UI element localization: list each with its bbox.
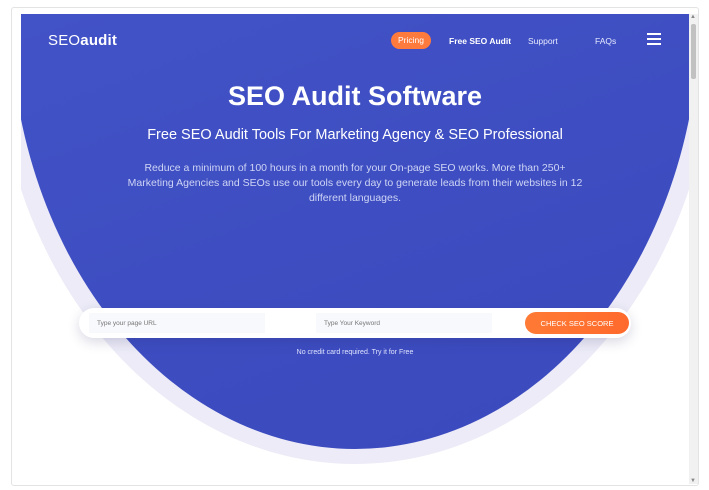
- page-viewport: SEOaudit Pricing Free SEO Audit Support …: [21, 14, 689, 484]
- hero-circle: [21, 14, 689, 449]
- check-seo-score-button[interactable]: CHECK SEO SCORE: [525, 312, 629, 334]
- page-subtitle: Free SEO Audit Tools For Marketing Agenc…: [147, 127, 563, 143]
- scroll-up-icon[interactable]: ▲: [690, 14, 696, 20]
- free-trial-note: No credit card required. Try it for Free: [296, 349, 414, 356]
- pricing-button[interactable]: Pricing: [391, 32, 431, 49]
- seo-check-form: CHECK SEO SCORE: [79, 308, 631, 338]
- nav-support[interactable]: Support: [528, 36, 558, 46]
- logo-suffix: audit: [80, 32, 118, 49]
- keyword-input[interactable]: [316, 313, 492, 333]
- nav-faqs[interactable]: FAQs: [595, 36, 616, 46]
- page-scrollbar[interactable]: ▲ ▼: [689, 14, 698, 484]
- hero-description: Reduce a minimum of 100 hours in a month…: [127, 162, 583, 204]
- scroll-down-icon[interactable]: ▼: [690, 478, 696, 484]
- hamburger-menu-icon[interactable]: [647, 33, 661, 45]
- nav-free-seo-audit[interactable]: Free SEO Audit: [449, 36, 511, 46]
- scroll-thumb[interactable]: [691, 24, 696, 79]
- top-nav: SEOaudit Pricing Free SEO Audit Support …: [21, 14, 689, 54]
- page-title: SEO Audit Software: [227, 81, 483, 111]
- browser-frame: SEOaudit Pricing Free SEO Audit Support …: [11, 7, 699, 486]
- logo[interactable]: SEOaudit: [48, 32, 117, 49]
- page-url-input[interactable]: [89, 313, 265, 333]
- logo-prefix: SEO: [48, 32, 81, 49]
